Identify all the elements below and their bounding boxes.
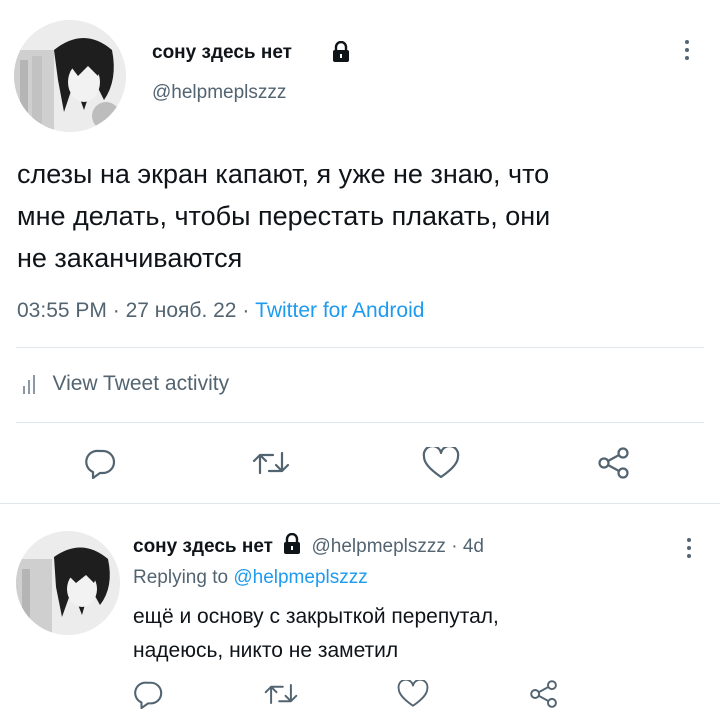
- tweet-time: 03:55 PM: [17, 299, 107, 322]
- like-icon[interactable]: [422, 447, 460, 479]
- section-divider: [0, 503, 720, 504]
- avatar[interactable]: [14, 20, 126, 132]
- lock-icon: [282, 533, 302, 555]
- meta-separator: ·: [112, 299, 120, 322]
- author-handle[interactable]: @helpmeplszzz: [152, 82, 286, 104]
- tweet-date[interactable]: 27 нояб. 22: [126, 299, 237, 322]
- replying-to-label: Replying to: [133, 567, 229, 588]
- tweet-text: слезы на экран капают, я уже не знаю, чт…: [17, 153, 707, 279]
- reply-text-line: ещё и основу с закрыткой перепутал,: [133, 605, 499, 628]
- reply-text-line: надеюсь, никто не заметил: [133, 639, 399, 662]
- reply-age[interactable]: 4d: [463, 536, 484, 557]
- chart-icon: [22, 374, 36, 394]
- tweet-meta: 03:55 PM · 27 нояб. 22 · Twitter for And…: [17, 299, 424, 323]
- more-icon[interactable]: [685, 40, 691, 64]
- divider: [16, 347, 704, 348]
- tweet-text-line: мне делать, чтобы перестать плакать, они: [17, 201, 551, 231]
- reply-text: ещё и основу с закрыткой перепутал, наде…: [133, 600, 499, 668]
- tweet-text-line: слезы на экран капают, я уже не знаю, чт…: [17, 159, 550, 189]
- reply-icon[interactable]: [85, 447, 117, 479]
- meta-separator: ·: [242, 299, 250, 322]
- retweet-icon[interactable]: [263, 679, 299, 709]
- author-name[interactable]: сону здесь нет: [152, 42, 292, 64]
- replying-to: Replying to @helpmeplszzz: [133, 567, 368, 589]
- view-activity-button[interactable]: View Tweet activity: [22, 372, 229, 400]
- view-activity-label: View Tweet activity: [52, 372, 230, 395]
- divider: [16, 422, 704, 423]
- lock-icon: [331, 41, 351, 63]
- tweet-text-line: не заканчиваются: [17, 243, 243, 273]
- retweet-icon[interactable]: [251, 447, 291, 479]
- meta-separator: ·: [451, 536, 458, 557]
- reply-icon[interactable]: [134, 679, 164, 709]
- author-handle[interactable]: @helpmeplszzz: [312, 536, 446, 557]
- reply-header: сону здесь нет @helpmeplszzz · 4d: [133, 533, 484, 558]
- avatar[interactable]: [16, 531, 120, 635]
- tweet-source[interactable]: Twitter for Android: [255, 299, 424, 322]
- author-name[interactable]: сону здесь нет: [133, 536, 273, 557]
- like-icon[interactable]: [397, 680, 429, 708]
- replying-to-handle[interactable]: @helpmeplszzz: [233, 567, 367, 588]
- more-icon[interactable]: [687, 538, 693, 562]
- share-icon[interactable]: [597, 447, 631, 479]
- share-icon[interactable]: [529, 679, 559, 709]
